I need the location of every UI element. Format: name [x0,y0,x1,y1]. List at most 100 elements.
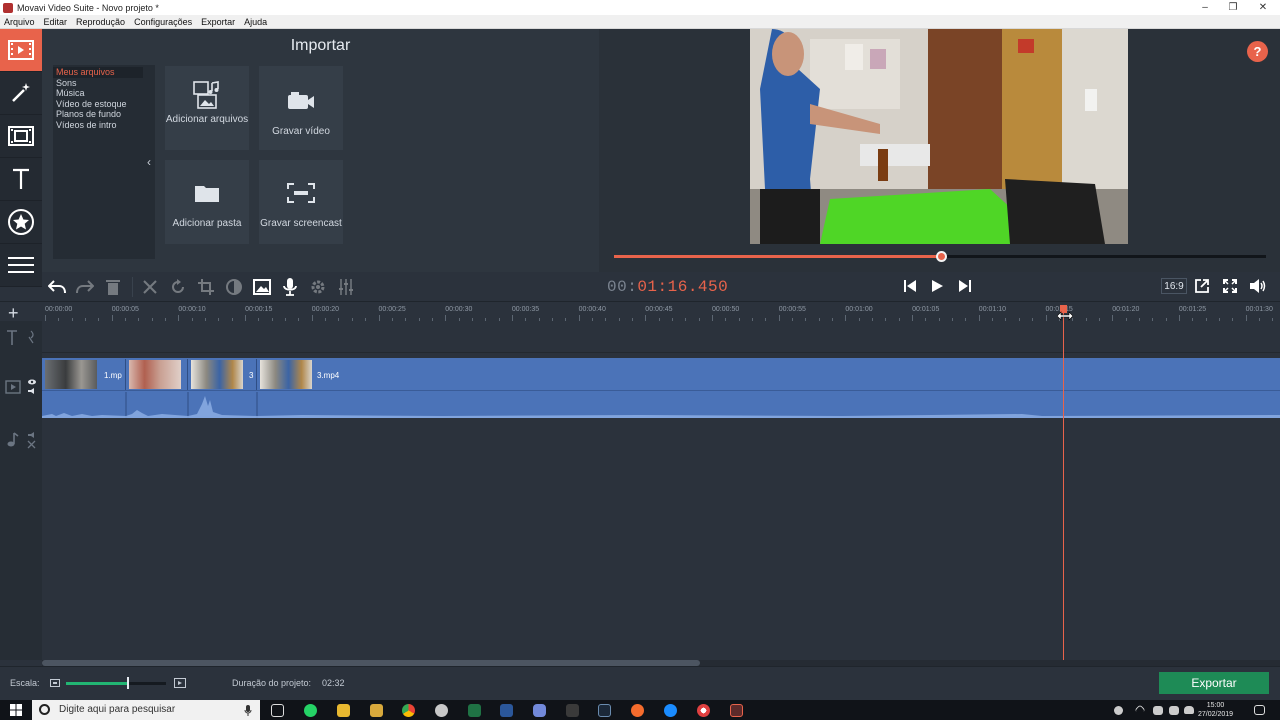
menu-reproducao[interactable]: Reprodução [72,17,130,27]
uplay-icon[interactable] [664,704,677,717]
taskbar-search-box[interactable]: Digite aqui para pesquisar [32,700,260,720]
clip-2[interactable] [126,359,188,390]
clip-3[interactable]: 3 [188,359,257,390]
network-icon[interactable] [1153,706,1163,715]
audio-track[interactable] [42,425,1280,455]
add-folder-button[interactable]: Adicionar pasta [165,160,249,244]
category-backgrounds[interactable]: Planos de fundo [53,109,153,120]
delete-button[interactable] [102,276,124,298]
image-settings-button[interactable] [251,276,273,298]
import-tool-button[interactable] [0,29,42,72]
clip-thumbnail [129,360,181,389]
word-icon[interactable] [500,704,513,717]
more-tools-button[interactable] [0,244,42,287]
minimize-icon[interactable]: – [1190,0,1220,15]
ruler-tick-label: 00:01:25 [1178,306,1207,313]
rotate-button[interactable] [167,276,189,298]
titles-track[interactable] [42,321,1280,353]
microphone-icon[interactable] [244,705,252,716]
category-my-files[interactable]: Meus arquivos [53,67,153,78]
menu-editar[interactable]: Editar [40,17,73,27]
speaker-icon[interactable] [1169,706,1179,715]
whatsapp-icon[interactable] [304,704,317,717]
people-icon[interactable] [1114,706,1123,715]
record-audio-button[interactable] [279,276,301,298]
app-icon-generic[interactable] [435,704,448,717]
playhead[interactable] [1063,307,1064,660]
notification-center-icon[interactable] [1254,705,1265,715]
category-sounds[interactable]: Sons [53,78,153,89]
external-window-icon [1195,279,1209,293]
app-icon-al[interactable] [566,704,579,717]
onedrive-icon[interactable] [1184,706,1194,714]
zoom-out-icon[interactable] [50,679,60,687]
zoom-slider-fill [66,682,128,685]
ruler-scale[interactable]: 00:00:00 00:00:05 00:00:10 00:00:15 00:00:20… [42,302,1280,322]
mute-icon[interactable] [27,431,37,449]
detach-preview-button[interactable] [1191,275,1213,297]
help-button[interactable]: ? [1247,41,1268,62]
task-view-icon[interactable] [271,704,284,717]
category-intro-videos[interactable]: Vídeos de intro [53,120,153,131]
add-folder-label: Adicionar pasta [172,218,242,229]
star-icon [8,209,34,235]
origin-icon[interactable] [631,704,644,717]
windows-start-icon[interactable] [10,704,22,716]
playback-progress-knob[interactable] [936,251,947,262]
list-icon [8,257,34,273]
folder-app-icon[interactable] [370,704,383,717]
crop-button[interactable] [195,276,217,298]
clip-4[interactable]: 3.mp4 [257,359,1280,390]
close-icon[interactable]: ✕ [1248,0,1278,15]
add-files-button[interactable]: Adicionar arquivos [165,66,249,150]
transitions-tool-button[interactable] [0,115,42,158]
file-explorer-icon[interactable] [337,704,350,717]
chrome-icon[interactable] [402,704,415,717]
aspect-ratio-button[interactable]: 16:9 [1161,278,1187,294]
clip-properties-button[interactable] [307,276,329,298]
category-stock-video[interactable]: Vídeo de estoque [53,99,153,110]
filters-tool-button[interactable] [0,72,42,115]
clip-1[interactable]: 1.mp [42,359,126,390]
menu-configuracoes[interactable]: Configurações [130,17,197,27]
import-panel: Importar Meus arquivos Sons Música Vídeo… [42,29,599,272]
play-button[interactable] [926,275,948,297]
zoom-slider-knob[interactable] [127,677,129,689]
titles-tool-button[interactable] [0,158,42,201]
video-track[interactable]: 1.mp 3 3.mp4 [42,358,1280,418]
record-video-button[interactable]: Gravar vídeo [259,66,343,150]
eye-icon[interactable] [27,378,37,396]
app-icon-red[interactable] [697,704,710,717]
equalizer-button[interactable] [335,276,357,298]
undo-button[interactable] [46,276,68,298]
taskbar-clock[interactable]: 15:00 27/02/2019 [1198,701,1233,719]
screencast-button[interactable]: Gravar screencast [259,160,343,244]
collapse-categories-button[interactable]: ‹ [143,65,155,259]
color-adjust-button[interactable] [223,276,245,298]
tray-chevron-icon[interactable] [1134,704,1146,716]
category-music[interactable]: Música [53,88,153,99]
stickers-tool-button[interactable] [0,201,42,244]
timecode-prefix: 00: [607,278,638,296]
redo-button[interactable] [74,276,96,298]
clip-thumbnail [45,360,97,389]
fullscreen-button[interactable] [1219,275,1241,297]
excel-icon[interactable] [468,704,481,717]
timeline-tracks: 1.mp 3 3.mp4 [0,321,1280,660]
volume-button[interactable] [1247,275,1269,297]
zoom-in-icon[interactable] [174,678,186,688]
split-button[interactable] [139,276,161,298]
movavi-taskbar-icon[interactable] [730,704,743,717]
discord-icon[interactable] [533,704,546,717]
title-bar: Movavi Video Suite - Novo projeto * – ❐ … [0,0,1280,15]
menu-arquivo[interactable]: Arquivo [0,17,40,27]
menu-exportar[interactable]: Exportar [197,17,240,27]
timeline-ruler: + 00:00:00 00:00:05 00:00:10 00:00:15 00:00:… [0,301,1280,323]
previous-button[interactable] [899,275,921,297]
ruler-tick-label: 00:01:05 [912,306,940,313]
maximize-icon[interactable]: ❐ [1218,0,1248,15]
export-button[interactable]: Exportar [1159,672,1269,694]
menu-ajuda[interactable]: Ajuda [240,17,272,27]
next-button[interactable] [954,275,976,297]
steam-icon[interactable] [598,704,611,717]
